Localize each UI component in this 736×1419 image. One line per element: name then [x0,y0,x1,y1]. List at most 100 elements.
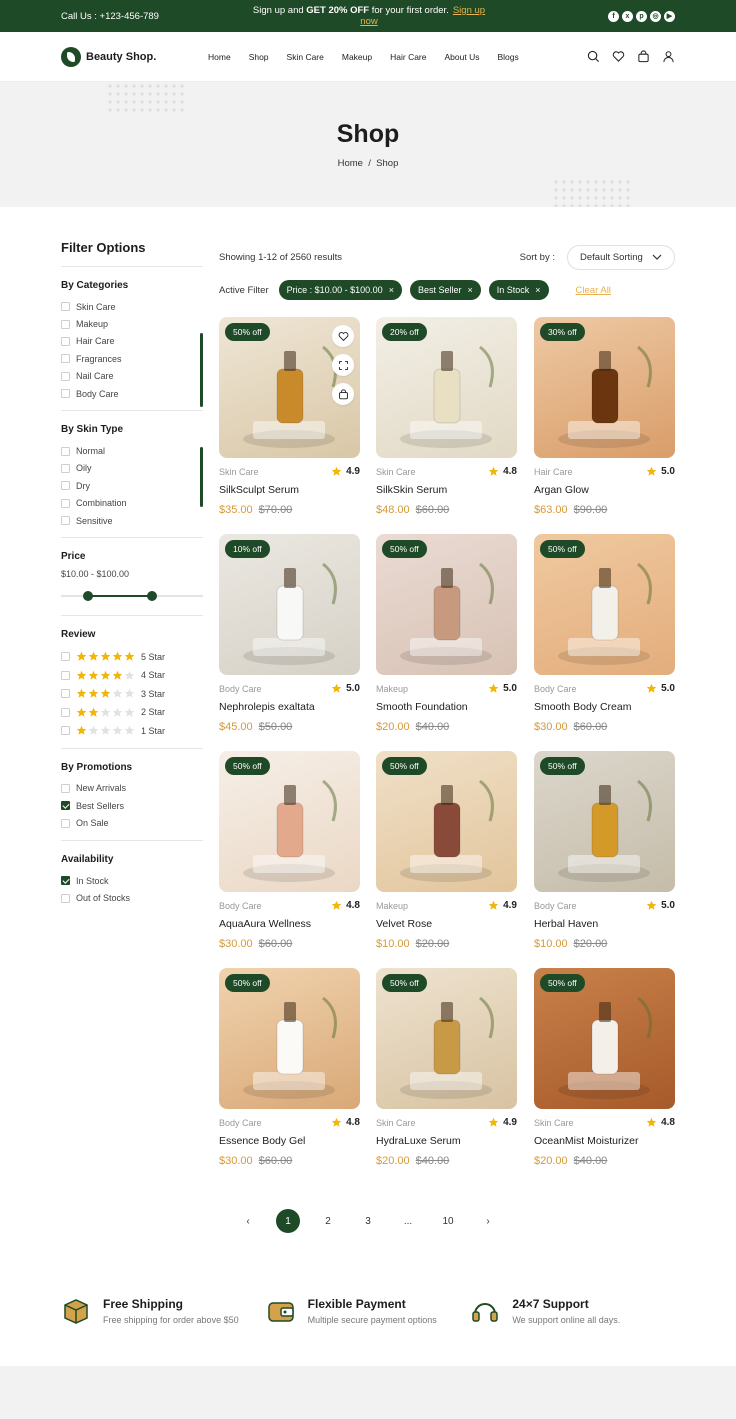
product-name[interactable]: HydraLuxe Serum [376,1135,461,1147]
product-card[interactable]: 50% off Body Care 4.8 AquaAura Wellness $30.… [219,751,360,961]
product-card[interactable]: 10% off Body Care 5.0 Nephrolepis exaltata $… [219,534,360,744]
heart-icon[interactable] [612,50,625,63]
page-3[interactable]: 3 [356,1209,380,1233]
skin-type-option-oily[interactable]: Oily [61,460,203,477]
close-icon[interactable]: × [468,285,473,295]
checkbox[interactable] [61,302,70,312]
checkbox[interactable] [61,818,70,828]
close-icon[interactable]: × [535,285,540,295]
filter-chip-in-stock[interactable]: In Stock × [488,280,549,300]
product-image[interactable]: 50% off [534,968,675,1109]
instagram-icon[interactable]: ◎ [650,10,661,22]
checkbox[interactable] [61,783,70,793]
category-scrollbar[interactable] [200,333,203,407]
review-option-1-star[interactable]: 1 Star [61,721,203,740]
product-name[interactable]: Smooth Foundation [376,701,468,713]
product-card[interactable]: 50% off Body Care 5.0 Herbal Haven $10.00 $20… [534,751,675,961]
cart-icon[interactable] [637,50,650,63]
product-image[interactable]: 50% off [376,534,517,675]
nav-shop[interactable]: Shop [249,52,269,62]
product-image[interactable]: 20% off [376,317,517,458]
facebook-icon[interactable]: f [608,10,619,22]
product-name[interactable]: Smooth Body Cream [534,701,631,713]
category-option-makeup[interactable]: Makeup [61,315,203,332]
product-name[interactable]: SilkSculpt Serum [219,484,299,496]
nav-about-us[interactable]: About Us [445,52,480,62]
checkbox[interactable] [61,446,70,456]
checkbox[interactable] [61,516,70,526]
category-option-fragrances[interactable]: Fragrances [61,350,203,367]
checkbox[interactable] [61,801,70,811]
availability-option-out-of-stocks[interactable]: Out of Stocks [61,889,203,906]
review-option-5-star[interactable]: 5 Star [61,647,203,666]
skin-type-option-sensitive[interactable]: Sensitive [61,512,203,529]
skin-type-option-dry[interactable]: Dry [61,477,203,494]
x-icon[interactable]: x [622,10,633,22]
skin-type-option-combination[interactable]: Combination [61,495,203,512]
nav-home[interactable]: Home [208,52,231,62]
category-option-hair-care[interactable]: Hair Care [61,333,203,350]
product-card[interactable]: 50% off Body Care 5.0 Smooth Body Cream $30.… [534,534,675,744]
product-name[interactable]: Essence Body Gel [219,1135,305,1147]
product-card[interactable]: 50% off Skin Care 4.9 HydraLuxe Serum $20.00… [376,968,517,1178]
product-image[interactable]: 50% off [376,968,517,1109]
checkbox[interactable] [61,481,70,491]
category-option-body-care[interactable]: Body Care [61,385,203,402]
filter-chip-price[interactable]: Price : $10.00 - $100.00 × [278,280,402,300]
category-option-skin-care[interactable]: Skin Care [61,298,203,315]
product-card[interactable]: 30% off Hair Care 5.0 Argan Glow $63.00 $90.0… [534,317,675,527]
filter-chip-best-seller[interactable]: Best Seller × [409,280,481,300]
product-image[interactable]: 50% off [219,317,360,458]
checkbox[interactable] [61,689,70,699]
page-10[interactable]: 10 [436,1209,460,1233]
wishlist-button[interactable] [332,325,354,347]
nav-hair-care[interactable]: Hair Care [390,52,426,62]
product-card[interactable]: 50% off Body Care 4.8 Essence Body Gel $30.0… [219,968,360,1178]
checkbox[interactable] [61,893,70,903]
promotion-option-best-sellers[interactable]: Best Sellers [61,797,203,814]
product-card[interactable]: 50% off Skin Care 4.8 OceanMist Moisturizer… [534,968,675,1178]
nav-blogs[interactable]: Blogs [497,52,518,62]
sort-dropdown[interactable]: Default Sorting [567,244,675,270]
product-image[interactable]: 50% off [219,751,360,892]
review-option-3-star[interactable]: 3 Star [61,684,203,703]
checkbox[interactable] [61,670,70,680]
close-icon[interactable]: × [389,285,394,295]
checkbox[interactable] [61,389,70,399]
promotion-option-new-arrivals[interactable]: New Arrivals [61,780,203,797]
review-option-4-star[interactable]: 4 Star [61,666,203,685]
quick-view-button[interactable] [332,354,354,376]
checkbox[interactable] [61,336,70,346]
checkbox[interactable] [61,354,70,364]
product-card[interactable]: 20% off Skin Care 4.8 SilkSkin Serum $48.00 $… [376,317,517,527]
product-image[interactable]: 50% off [534,751,675,892]
product-image[interactable]: 10% off [219,534,360,675]
logo[interactable]: Beauty Shop. [61,46,191,67]
product-card[interactable]: 50% off Makeup 5.0 Smooth Foundation $20.00 $… [376,534,517,744]
pagination-next[interactable]: › [476,1209,500,1233]
pagination-prev[interactable]: ‹ [236,1209,260,1233]
review-option-2-star[interactable]: 2 Star [61,703,203,722]
product-name[interactable]: Argan Glow [534,484,589,496]
product-card[interactable]: 50% off Skin Care 4.9 SilkSculpt Serum $35.0… [219,317,360,527]
checkbox[interactable] [61,319,70,329]
category-option-nail-care[interactable]: Nail Care [61,368,203,385]
pinterest-icon[interactable]: p [636,10,647,22]
skin-type-option-normal[interactable]: Normal [61,442,203,459]
checkbox[interactable] [61,726,70,736]
slider-min-handle[interactable] [82,591,93,602]
checkbox[interactable] [61,707,70,717]
slider-max-handle[interactable] [146,591,157,602]
product-name[interactable]: Nephrolepis exaltata [219,701,315,713]
product-card[interactable]: 50% off Makeup 4.9 Velvet Rose $10.00 $20.00 [376,751,517,961]
youtube-icon[interactable]: ▶ [664,10,675,22]
checkbox[interactable] [61,498,70,508]
product-name[interactable]: Herbal Haven [534,918,598,930]
product-name[interactable]: OceanMist Moisturizer [534,1135,638,1147]
promotion-option-on-sale[interactable]: On Sale [61,815,203,832]
product-image[interactable]: 50% off [219,968,360,1109]
add-to-cart-button[interactable] [332,383,354,405]
page-1[interactable]: 1 [276,1209,300,1233]
user-icon[interactable] [662,50,675,63]
price-slider[interactable] [61,591,203,602]
